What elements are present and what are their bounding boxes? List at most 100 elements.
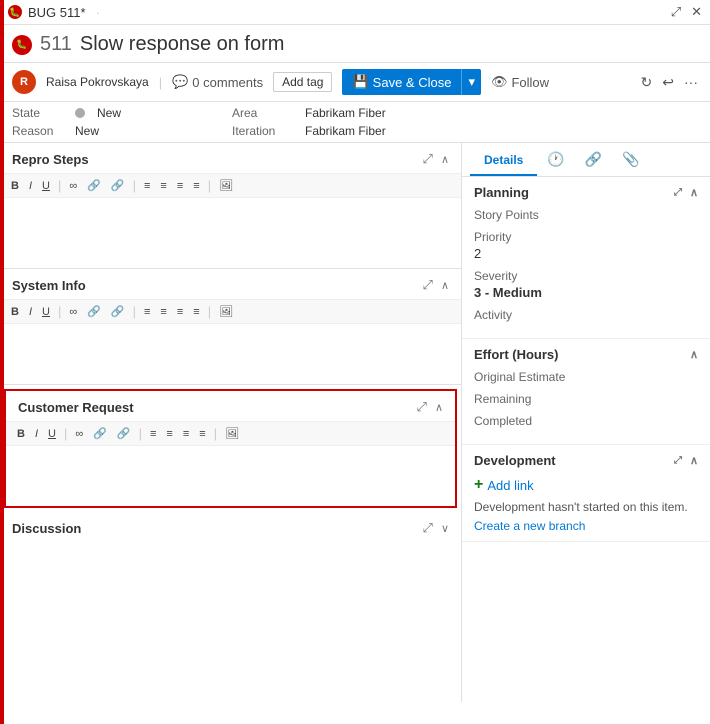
iteration-label: Iteration [232,124,297,138]
repro-rte-toolbar: B I U | ∞ 🔗 🔗 | ≡ ≡ ≡ ≡ | 🖼 [0,173,461,198]
priority-value[interactable]: 2 [474,246,698,261]
sys-rte-list2[interactable]: ≡ [157,305,169,319]
bug-icon-title [12,35,32,55]
save-close-button[interactable]: 💾 Save & Close [342,69,461,95]
tab-history[interactable]: 🕐 [537,143,574,176]
dev-collapse-icon[interactable]: ∧ [690,454,698,467]
rte-list1[interactable]: ≡ [141,179,153,193]
cust-rte-indent1[interactable]: ≡ [180,427,192,441]
sys-rte-underline[interactable]: U [39,305,53,319]
cust-rte-link1[interactable]: 🔗 [90,426,110,441]
repro-collapse-icon[interactable]: ∧ [441,153,449,166]
comments-button[interactable]: 💬 0 comments [172,74,263,90]
save-icon: 💾 [352,74,368,90]
cust-rte-bold[interactable]: B [14,427,28,441]
planning-collapse-icon[interactable]: ∧ [690,186,698,199]
cust-rte-indent2[interactable]: ≡ [196,427,208,441]
planning-expand-icon[interactable]: ⤢ [674,187,682,198]
rte-link1[interactable]: 🔗 [84,178,104,193]
sys-rte-indent2[interactable]: ≡ [190,305,202,319]
cust-rte-underline[interactable]: U [45,427,59,441]
customer-request-icons: ⤢ ∧ [417,399,443,415]
comments-label: 0 comments [192,75,263,90]
cust-rte-strikethrough[interactable]: ∞ [72,427,86,441]
severity-value[interactable]: 3 - Medium [474,285,698,300]
meta-area: State New Reason New Area Fabrikam Fiber… [0,102,710,143]
bug-icon [8,5,22,19]
sys-rte-indent1[interactable]: ≡ [174,305,186,319]
rte-link2[interactable]: 🔗 [108,178,128,193]
state-value[interactable]: New [97,106,121,120]
original-estimate-label: Original Estimate [474,370,698,384]
title-bar-bug-label: BUG 511* [28,5,86,20]
repro-expand-icon[interactable]: ⤢ [423,151,433,167]
severity-field: Severity 3 - Medium [474,269,698,300]
rte-indent1[interactable]: ≡ [174,179,186,193]
undo-button[interactable]: ↩ [662,74,674,91]
add-link-button[interactable]: + Add link [474,476,698,494]
customer-expand-icon[interactable]: ⤢ [417,399,427,415]
cust-rte-image[interactable]: 🖼 [222,426,242,441]
customer-request-title: Customer Request [18,400,134,415]
dev-expand-icon[interactable]: ⤢ [674,455,682,466]
rte-underline[interactable]: U [39,179,53,193]
customer-request-section: Customer Request ⤢ ∧ B I U | ∞ 🔗 🔗 | ≡ ≡… [4,389,457,508]
close-icon[interactable]: ✕ [691,4,702,20]
tab-links[interactable]: 🔗 [575,143,612,176]
cust-rte-list2[interactable]: ≡ [163,427,175,441]
avatar: R [12,70,36,94]
left-panel: Repro Steps ⤢ ∧ B I U | ∞ 🔗 🔗 | ≡ ≡ ≡ ≡ … [0,143,462,702]
cust-rte-list1[interactable]: ≡ [147,427,159,441]
refresh-button[interactable]: ↻ [641,74,653,91]
sys-rte-bold[interactable]: B [8,305,22,319]
add-link-label: Add link [487,478,533,493]
severity-label: Severity [474,269,698,283]
system-info-body[interactable] [0,324,461,384]
customer-request-body[interactable] [6,446,455,506]
remaining-label: Remaining [474,392,698,406]
sys-rte-image[interactable]: 🖼 [216,304,236,319]
cust-rte-link2[interactable]: 🔗 [114,426,134,441]
effort-collapse-icon[interactable]: ∧ [690,348,698,361]
discussion-expand-icon[interactable]: ⤢ [423,520,433,536]
system-collapse-icon[interactable]: ∧ [441,279,449,292]
system-expand-icon[interactable]: ⤢ [423,277,433,293]
discussion-collapse-icon[interactable]: ∨ [441,522,449,535]
rte-italic[interactable]: I [26,179,35,193]
tab-attachments[interactable]: 📎 [612,143,649,176]
sys-rte-list1[interactable]: ≡ [141,305,153,319]
development-title: Development [474,453,556,468]
customer-collapse-icon[interactable]: ∧ [435,401,443,414]
area-value[interactable]: Fabrikam Fiber [305,106,386,120]
iteration-value[interactable]: Fabrikam Fiber [305,124,386,138]
cust-rte-italic[interactable]: I [32,427,41,441]
rte-list2[interactable]: ≡ [157,179,169,193]
state-label: State [12,106,67,120]
add-tag-button[interactable]: Add tag [273,72,332,92]
effort-title: Effort (Hours) [474,347,559,362]
expand-icon[interactable]: ⤢ [671,4,681,20]
sys-rte-link1[interactable]: 🔗 [84,304,104,319]
customer-rte-toolbar: B I U | ∞ 🔗 🔗 | ≡ ≡ ≡ ≡ | 🖼 [6,421,455,446]
sys-rte-italic[interactable]: I [26,305,35,319]
repro-steps-header: Repro Steps ⤢ ∧ [0,143,461,173]
planning-section: Planning ⤢ ∧ Story Points Priority 2 Sev… [462,177,710,339]
sys-rte-link2[interactable]: 🔗 [108,304,128,319]
repro-steps-title: Repro Steps [12,152,89,167]
rte-bold[interactable]: B [8,179,22,193]
create-branch-link[interactable]: Create a new branch [474,519,585,533]
repro-steps-body[interactable] [0,198,461,268]
tab-details[interactable]: Details [470,145,537,176]
toolbar: R Raisa Pokrovskaya | 💬 0 comments Add t… [0,63,710,102]
rte-strikethrough[interactable]: ∞ [66,179,80,193]
follow-button[interactable]: 👁 Follow [491,74,549,90]
right-panel: Details 🕐 🔗 📎 Planning ⤢ ∧ Story Points … [462,143,710,702]
sys-rte-strikethrough[interactable]: ∞ [66,305,80,319]
rte-image[interactable]: 🖼 [216,178,236,193]
save-dropdown-button[interactable]: ▾ [461,69,481,95]
reason-value[interactable]: New [75,124,99,138]
more-button[interactable]: ··· [684,74,698,90]
remaining-field: Remaining [474,392,698,406]
rte-indent2[interactable]: ≡ [190,179,202,193]
system-info-header: System Info ⤢ ∧ [0,269,461,299]
